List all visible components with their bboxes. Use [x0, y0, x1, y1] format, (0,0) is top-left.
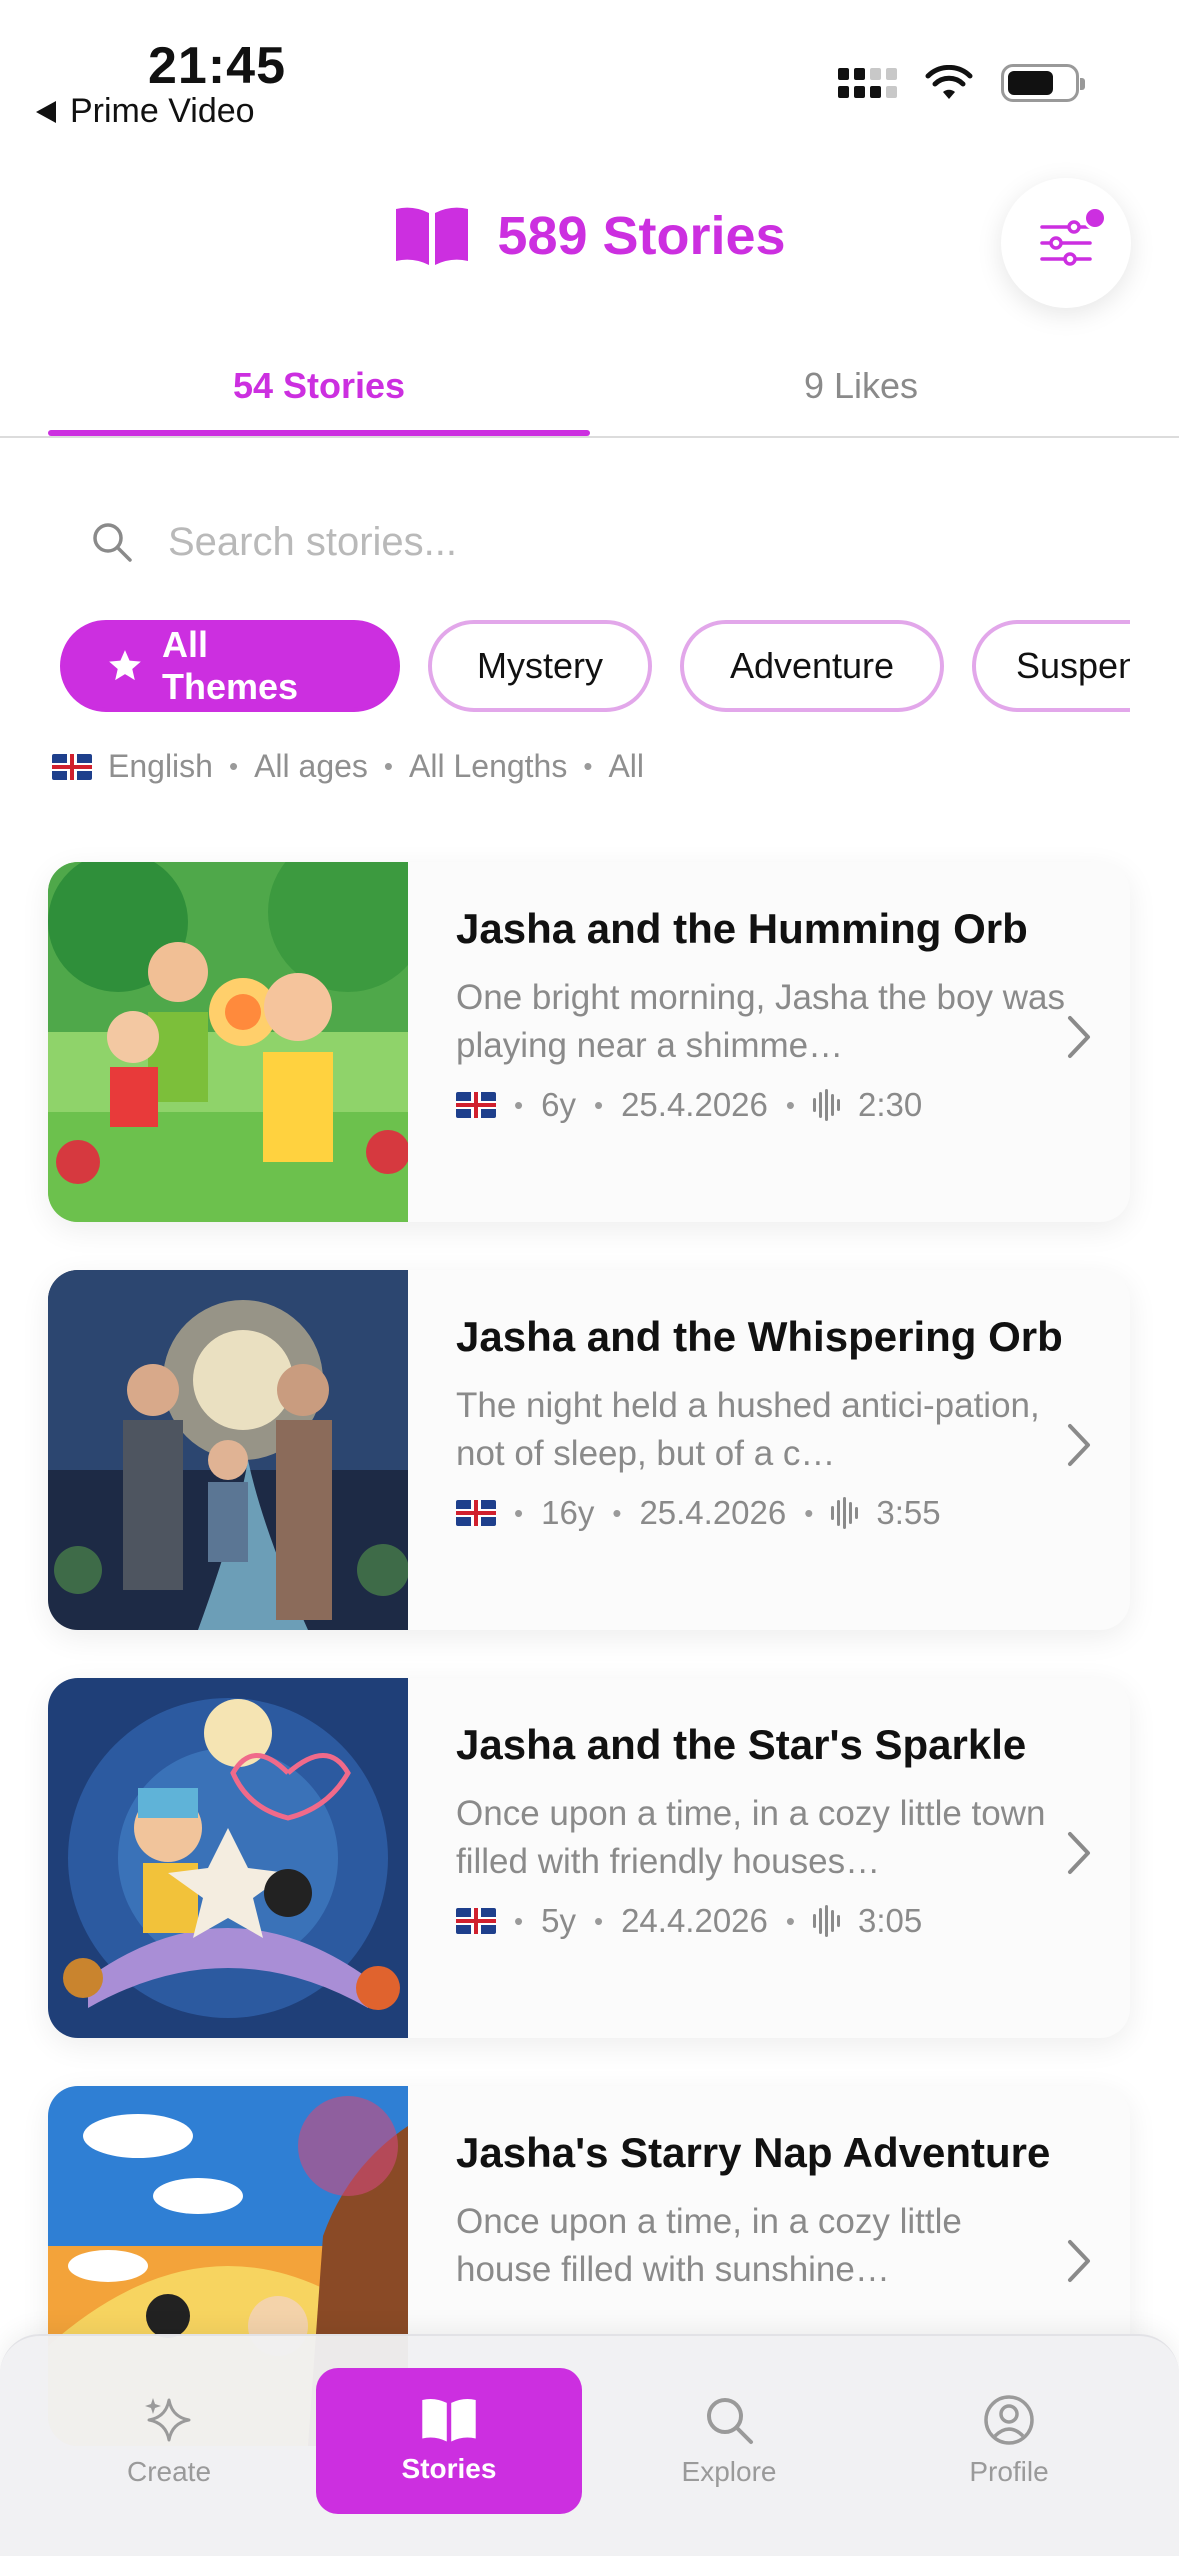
page-title: 589 Stories: [497, 206, 786, 266]
story-info: Jasha's Starry Nap Adventure Once upon a…: [456, 2124, 1066, 2294]
battery-icon: [1001, 64, 1085, 102]
story-duration: 3:55: [876, 1494, 941, 1531]
filter-language: English: [108, 748, 213, 784]
nav-label: Explore: [681, 2456, 777, 2487]
wifi-icon: [925, 65, 973, 99]
separator-dot: •: [785, 1905, 795, 1936]
story-age: 16y: [541, 1494, 595, 1531]
chip-adventure[interactable]: Adventure: [680, 620, 944, 712]
active-filters-summary[interactable]: English • All ages • All Lengths • All: [52, 748, 644, 785]
filter-lengths: All Lengths: [409, 748, 568, 784]
separator-dot: •: [228, 751, 239, 781]
back-triangle-icon: [36, 100, 56, 123]
theme-filter-chips: All Themes Mystery Adventure Suspense: [60, 620, 1130, 712]
filter-active-badge: [1083, 206, 1107, 230]
book-open-icon: [422, 2398, 476, 2442]
story-title: Jasha and the Star's Sparkle: [456, 1721, 1027, 1768]
separator-dot: •: [514, 1089, 524, 1120]
chevron-right-icon: [1068, 2240, 1090, 2282]
tabs-divider: [0, 436, 1179, 438]
nav-explore[interactable]: Explore: [596, 2368, 862, 2514]
star-icon: [109, 650, 141, 681]
story-date: 24.4.2026: [621, 1902, 768, 1939]
audio-waveform-icon: [831, 1497, 859, 1529]
story-title: Jasha's Starry Nap Adventure: [456, 2129, 1051, 2176]
cellular-signal-icon: [838, 68, 897, 98]
uk-flag-icon: [456, 1092, 496, 1118]
back-to-app-link[interactable]: Prime Video: [36, 92, 255, 131]
uk-flag-icon: [52, 753, 92, 780]
person-circle-icon: [984, 2395, 1034, 2445]
story-thumbnail: [48, 862, 408, 1222]
story-duration: 2:30: [858, 1086, 923, 1123]
filter-ages: All ages: [254, 748, 368, 784]
separator-dot: •: [593, 1905, 604, 1936]
story-info: Jasha and the Whispering Orb The night h…: [456, 1308, 1066, 1532]
bottom-tab-bar: Create Stories Explore Profile: [0, 2334, 1179, 2556]
story-age: 6y: [541, 1086, 576, 1123]
uk-flag-icon: [456, 1500, 496, 1526]
story-meta: • 6y • 25.4.2026 • 2:30: [456, 1086, 1066, 1124]
nav-profile[interactable]: Profile: [876, 2368, 1142, 2514]
nav-create[interactable]: Create: [36, 2368, 302, 2514]
story-title: Jasha and the Humming Orb: [456, 905, 1028, 952]
story-meta: • 5y • 24.4.2026 • 3:05: [456, 1902, 1066, 1940]
filter-button[interactable]: [1001, 178, 1131, 308]
separator-dot: •: [612, 1497, 622, 1528]
search-input[interactable]: [168, 519, 968, 565]
story-age: 5y: [541, 1902, 576, 1939]
separator-dot: •: [383, 751, 394, 781]
story-card[interactable]: Jasha and the Humming Orb One bright mor…: [48, 862, 1130, 1222]
audio-waveform-icon: [813, 1905, 840, 1937]
story-description: The night held a hushed antici-pation, n…: [456, 1386, 1040, 1473]
separator-dot: •: [583, 751, 593, 781]
chevron-right-icon: [1068, 1424, 1090, 1466]
search-bar[interactable]: [90, 502, 1119, 582]
nav-label: Stories: [401, 2453, 497, 2484]
story-card[interactable]: Jasha and the Star's Sparkle Once upon a…: [48, 1678, 1130, 2038]
story-info: Jasha and the Star's Sparkle Once upon a…: [456, 1716, 1066, 1940]
chevron-right-icon: [1068, 1016, 1090, 1058]
filter-other: All: [608, 748, 645, 784]
sparkle-icon: [145, 2398, 191, 2442]
chip-label: All Themes: [161, 624, 299, 707]
nav-label: Profile: [969, 2456, 1049, 2487]
uk-flag-icon: [456, 1908, 496, 1934]
nav-label: Create: [126, 2456, 212, 2487]
nav-stories[interactable]: Stories: [316, 2368, 582, 2514]
separator-dot: •: [785, 1089, 795, 1120]
story-duration: 3:05: [858, 1902, 923, 1939]
search-icon: [707, 2398, 753, 2444]
story-date: 25.4.2026: [621, 1086, 768, 1123]
story-description: Once upon a time, in a cozy little town …: [456, 1794, 1046, 1881]
chip-suspense[interactable]: Suspense: [972, 620, 1130, 712]
chevron-right-icon: [1068, 1832, 1090, 1874]
tab-likes[interactable]: 9 Likes: [590, 355, 1132, 437]
story-description: One bright morning, Jasha the boy was pl…: [456, 978, 1065, 1065]
separator-dot: •: [514, 1905, 524, 1936]
story-meta: • 16y • 25.4.2026 • 3:55: [456, 1494, 1066, 1532]
story-description: Once upon a time, in a cozy little house…: [456, 2202, 962, 2289]
story-card[interactable]: Jasha and the Whispering Orb The night h…: [48, 1270, 1130, 1630]
search-icon: [93, 523, 132, 562]
chip-all-themes[interactable]: All Themes: [60, 620, 400, 712]
book-open-icon: [396, 207, 469, 265]
audio-waveform-icon: [813, 1089, 840, 1121]
back-app-label: Prime Video: [70, 92, 255, 130]
status-time: 21:45: [148, 37, 286, 95]
story-title: Jasha and the Whispering Orb: [456, 1313, 1063, 1360]
tab-bar: 54 Stories 9 Likes: [48, 355, 1179, 437]
story-info: Jasha and the Humming Orb One bright mor…: [456, 900, 1066, 1124]
separator-dot: •: [593, 1089, 604, 1120]
separator-dot: •: [804, 1497, 814, 1528]
story-thumbnail: [48, 1678, 408, 2038]
tab-stories[interactable]: 54 Stories: [48, 355, 590, 437]
separator-dot: •: [514, 1497, 524, 1528]
story-thumbnail: [48, 1270, 408, 1630]
story-date: 25.4.2026: [639, 1494, 787, 1531]
chip-mystery[interactable]: Mystery: [428, 620, 652, 712]
status-icons: [838, 64, 1085, 102]
